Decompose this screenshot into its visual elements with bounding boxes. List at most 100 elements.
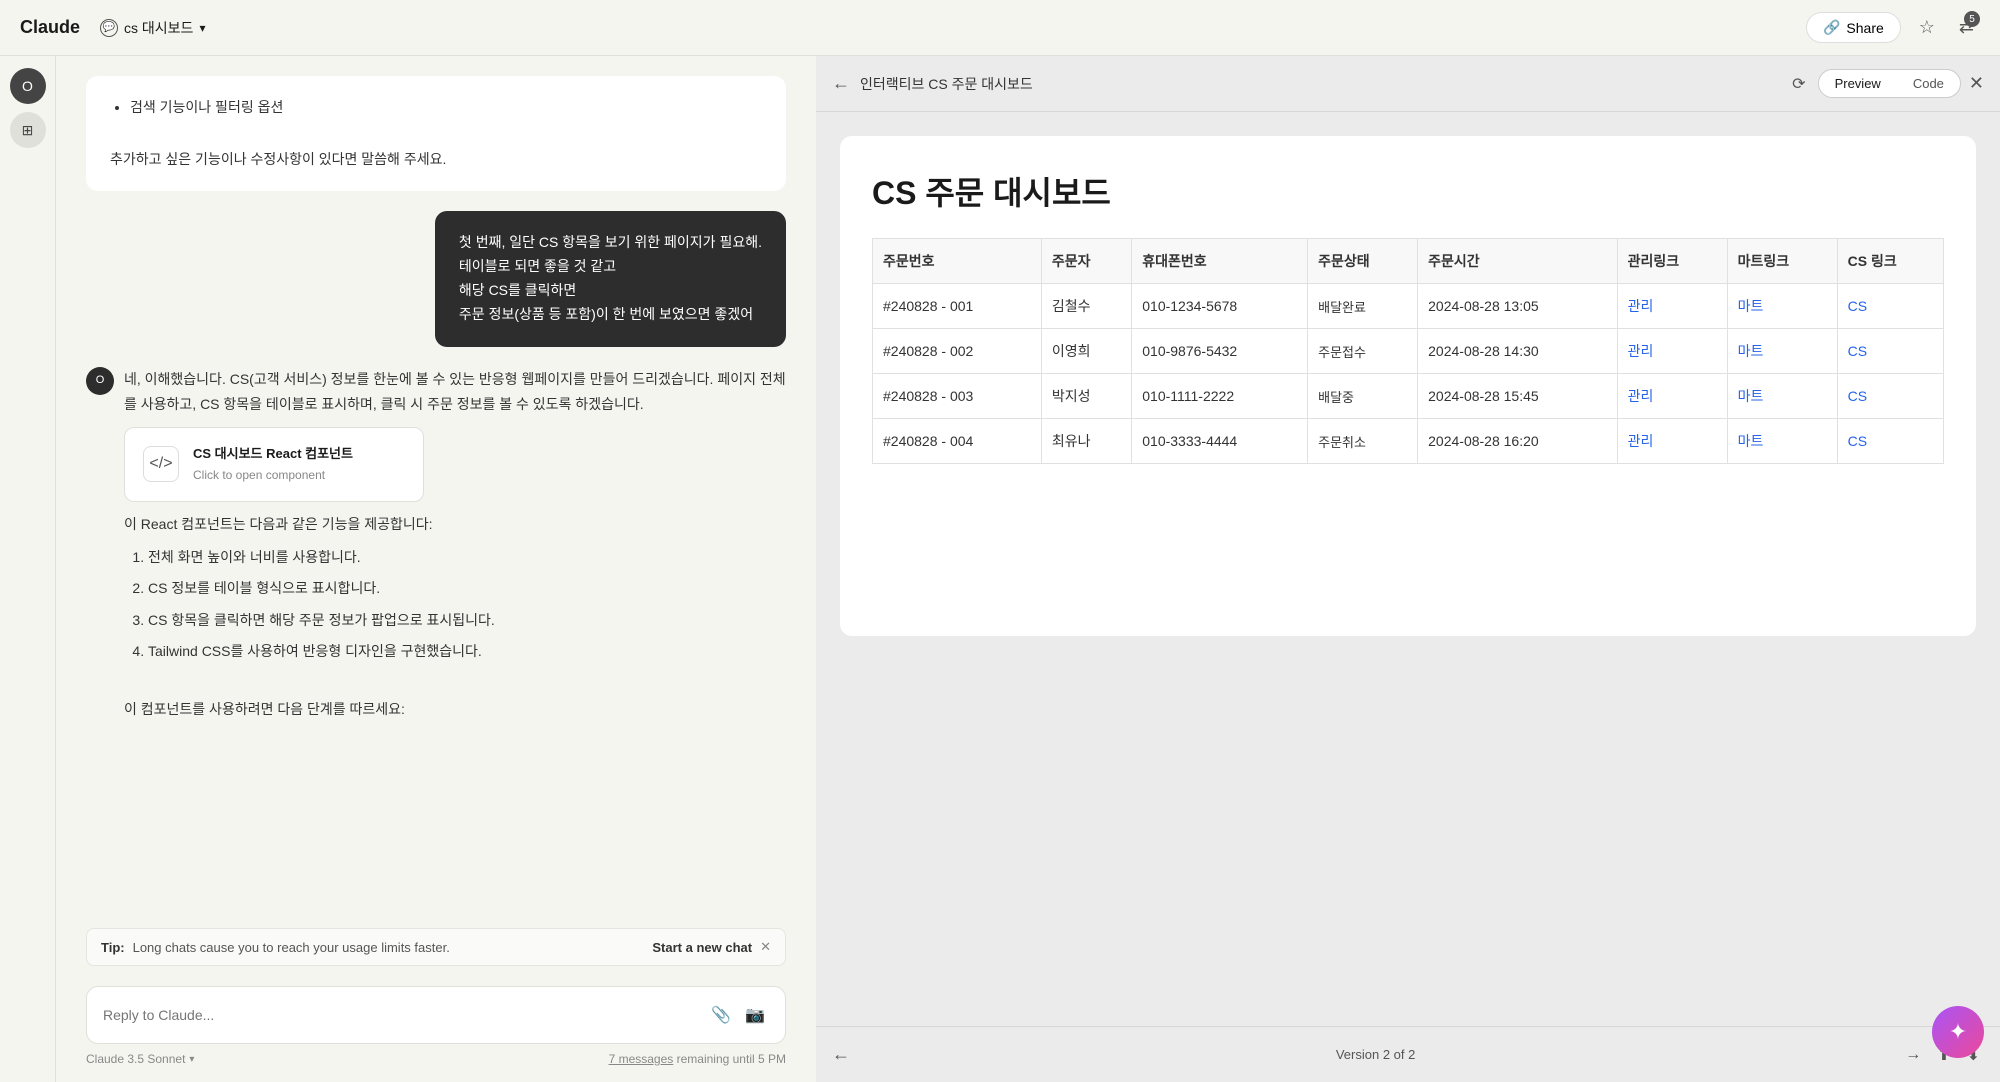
chat-area: 검색 기능이나 필터링 옵션 추가하고 싶은 기능이나 수정사항이 있다면 말씀… [56,56,816,1082]
cs-table: 주문번호 주문자 휴대폰번호 주문상태 주문시간 관리링크 마트링크 CS 링크… [872,238,1944,464]
model-name: Claude 3.5 Sonnet [86,1052,185,1066]
features-outro: 이 컴포넌트를 사용하려면 다음 단계를 따르세요: [124,697,786,722]
system-message: 검색 기능이나 필터링 옵션 추가하고 싶은 기능이나 수정사항이 있다면 말씀… [86,76,786,191]
code-card-text: CS 대시보드 React 컴포넌트 Click to open compone… [193,442,353,487]
remaining-count: 7 messages [609,1052,674,1066]
table-row[interactable]: #240828 - 003 박지성 010-1111-2222 배달중 2024… [873,374,1944,419]
panel-back-button[interactable]: ← [832,73,850,94]
tip-bar: Tip: Long chats cause you to reach your … [86,928,786,966]
cell-manage[interactable]: 관리 [1617,374,1727,419]
cell-cs[interactable]: CS [1837,419,1943,464]
panel-topbar: ← 인터랙티브 CS 주문 대시보드 ⟳ Preview Code ✕ [816,56,2000,112]
start-new-chat-button[interactable]: Start a new chat [652,940,752,955]
cell-mart[interactable]: 마트 [1727,374,1837,419]
sidebar-layout-icon[interactable]: ⊞ [10,112,46,148]
feature-item-2: CS 정보를 테이블 형식으로 표시합니다. [148,576,786,601]
cell-time: 2024-08-28 15:45 [1418,374,1618,419]
col-phone: 휴대폰번호 [1132,239,1308,284]
cell-phone: 010-9876-5432 [1132,329,1308,374]
app-logo: Claude [20,17,80,38]
model-select[interactable]: Claude 3.5 Sonnet ▾ [86,1052,194,1066]
chat-input[interactable] [103,1007,699,1023]
cell-cs[interactable]: CS [1837,329,1943,374]
cell-mart[interactable]: 마트 [1727,419,1837,464]
star-icon: ☆ [1919,17,1935,38]
tip-message: Long chats cause you to reach your usage… [133,940,450,955]
input-footer: Claude 3.5 Sonnet ▾ 7 messages remaining… [86,1044,786,1066]
topbar-right: 🔗 Share ☆ ⇄ 5 [1806,11,1980,44]
mart-link[interactable]: 마트 [1738,388,1764,404]
code-card-subtitle: Click to open component [193,465,353,487]
mart-link[interactable]: 마트 [1738,343,1764,359]
manage-link[interactable]: 관리 [1628,388,1654,404]
cell-order-no: #240828 - 003 [873,374,1042,419]
cs-link[interactable]: CS [1848,433,1867,449]
settings-button[interactable]: ⇄ 5 [1953,11,1980,44]
attach-button[interactable]: 📎 [707,1001,735,1029]
cell-mart[interactable]: 마트 [1727,284,1837,329]
cell-phone: 010-1111-2222 [1132,374,1308,419]
features-list: 전체 화면 높이와 너비를 사용합니다. CS 정보를 테이블 형식으로 표시합… [124,545,786,664]
col-time: 주문시간 [1418,239,1618,284]
share-label: Share [1846,20,1883,36]
assistant-intro: 네, 이해했습니다. CS(고객 서비스) 정보를 한눈에 볼 수 있는 반응형… [124,367,786,417]
system-bullet-1: 검색 기능이나 필터링 옵션 [130,96,762,120]
cell-time: 2024-08-28 14:30 [1418,329,1618,374]
manage-link[interactable]: 관리 [1628,433,1654,449]
cell-order-no: #240828 - 002 [873,329,1042,374]
cell-status: 배달완료 [1308,284,1418,329]
cell-order-no: #240828 - 004 [873,419,1042,464]
cell-order-no: #240828 - 001 [873,284,1042,329]
manage-link[interactable]: 관리 [1628,343,1654,359]
cs-link[interactable]: CS [1848,298,1867,314]
refresh-button[interactable]: ⟳ [1788,70,1809,98]
table-row[interactable]: #240828 - 004 최유나 010-3333-4444 주문취소 202… [873,419,1944,464]
table-row[interactable]: #240828 - 002 이영희 010-9876-5432 주문접수 202… [873,329,1944,374]
cell-manage[interactable]: 관리 [1617,284,1727,329]
preview-button[interactable]: Preview [1819,70,1897,97]
cell-status: 배달중 [1308,374,1418,419]
close-panel-button[interactable]: ✕ [1969,73,1984,94]
floating-action-button[interactable]: ✦ [1932,1006,1984,1058]
share-icon: 🔗 [1823,19,1840,36]
code-button[interactable]: Code [1897,70,1960,97]
chat-icon: 💬 [100,19,118,37]
cell-mart[interactable]: 마트 [1727,329,1837,374]
cell-cs[interactable]: CS [1837,284,1943,329]
assistant-message: O 네, 이해했습니다. CS(고객 서비스) 정보를 한눈에 볼 수 있는 반… [86,367,786,723]
footer-next-button[interactable]: → [1901,1041,1925,1069]
cs-link[interactable]: CS [1848,343,1867,359]
input-actions: 📎 📷 [707,1001,769,1029]
tip-close-button[interactable]: ✕ [760,939,771,955]
right-panel: ← 인터랙티브 CS 주문 대시보드 ⟳ Preview Code ✕ CS 주… [816,56,2000,1082]
cs-link[interactable]: CS [1848,388,1867,404]
mart-link[interactable]: 마트 [1738,298,1764,314]
table-row[interactable]: #240828 - 001 김철수 010-1234-5678 배달완료 202… [873,284,1944,329]
code-component-card[interactable]: </> CS 대시보드 React 컴포넌트 Click to open com… [124,427,424,502]
camera-button[interactable]: 📷 [741,1001,769,1029]
col-cs: CS 링크 [1837,239,1943,284]
main-layout: O ⊞ 검색 기능이나 필터링 옵션 추가하고 싶은 기능이나 수정사항이 있다… [0,56,2000,1082]
input-box: 📎 📷 [86,986,786,1044]
table-header-row: 주문번호 주문자 휴대폰번호 주문상태 주문시간 관리링크 마트링크 CS 링크 [873,239,1944,284]
cell-phone: 010-1234-5678 [1132,284,1308,329]
col-manage: 관리링크 [1617,239,1727,284]
sidebar-avatar[interactable]: O [10,68,46,104]
chat-messages: 검색 기능이나 필터링 옵션 추가하고 싶은 기능이나 수정사항이 있다면 말씀… [56,56,816,928]
topbar: Claude 💬 cs 대시보드 ▾ 🔗 Share ☆ ⇄ 5 [0,0,2000,56]
user-line-2: 테이블로 되면 좋을 것 같고 [459,255,762,279]
input-area: 📎 📷 Claude 3.5 Sonnet ▾ 7 messages remai… [56,976,816,1082]
chat-title-button[interactable]: 💬 cs 대시보드 ▾ [100,18,205,38]
footer-prev-button[interactable]: ← [832,1044,850,1065]
cell-manage[interactable]: 관리 [1617,329,1727,374]
cell-cs[interactable]: CS [1837,374,1943,419]
cell-status: 주문취소 [1308,419,1418,464]
cell-manage[interactable]: 관리 [1617,419,1727,464]
user-line-4: 주문 정보(상품 등 포함)이 한 번에 보였으면 좋겠어 [459,303,762,327]
mart-link[interactable]: 마트 [1738,433,1764,449]
code-icon: </> [143,446,179,482]
manage-link[interactable]: 관리 [1628,298,1654,314]
panel-content: CS 주문 대시보드 주문번호 주문자 휴대폰번호 주문상태 주문시간 관리링크… [816,112,2000,1026]
star-button[interactable]: ☆ [1913,11,1941,44]
share-button[interactable]: 🔗 Share [1806,12,1901,43]
